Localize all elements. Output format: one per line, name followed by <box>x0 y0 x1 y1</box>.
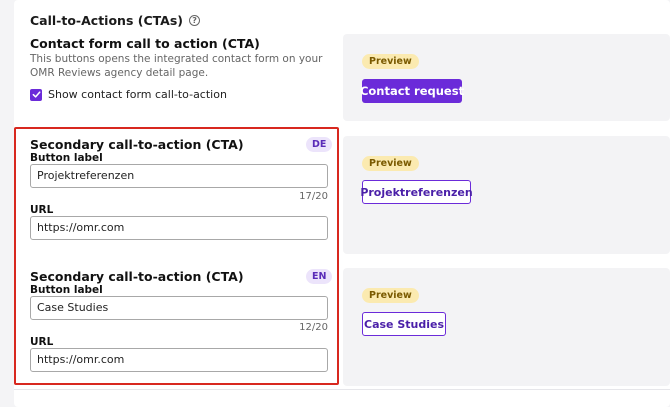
button-label-label-de: Button label <box>30 152 103 164</box>
preview-badge: Preview <box>362 54 419 69</box>
secondary-de-preview-panel: Preview Projektreferenzen <box>343 136 670 254</box>
url-label-de: URL <box>30 204 54 216</box>
contact-form-description: This buttons opens the integrated contac… <box>30 53 323 79</box>
language-badge-en: EN <box>306 269 333 284</box>
secondary-cta-de-title: Secondary call-to-action (CTA) <box>30 137 244 152</box>
secondary-cta-en-title: Secondary call-to-action (CTA) <box>30 269 244 284</box>
contact-request-button[interactable]: Contact request <box>360 79 464 103</box>
info-icon[interactable]: ? <box>189 15 201 26</box>
contact-form-title: Contact form call to action (CTA) <box>30 36 260 51</box>
contact-form-checkbox-label: Show contact form call-to-action <box>48 88 227 101</box>
preview-badge: Preview <box>362 156 419 171</box>
cta-settings-card: Call-to-Actions (CTAs) ? Contact form ca… <box>14 0 670 407</box>
button-label-input-de[interactable]: Projektreferenzen <box>30 164 328 188</box>
url-label-en: URL <box>30 336 54 348</box>
section-title: Call-to-Actions (CTAs) ? <box>30 13 201 28</box>
contact-form-checkbox-row[interactable]: Show contact form call-to-action <box>30 88 227 101</box>
preview-badge: Preview <box>362 288 419 303</box>
projektreferenzen-preview-button[interactable]: Projektreferenzen <box>360 180 473 204</box>
contact-form-checkbox[interactable] <box>30 88 42 101</box>
checkmark-icon <box>32 91 41 98</box>
button-label-input-en[interactable]: Case Studies <box>30 296 328 320</box>
bottom-divider <box>14 389 670 390</box>
url-input-de[interactable]: https://omr.com <box>30 216 328 240</box>
button-label-label-en: Button label <box>30 284 103 296</box>
char-counter-en: 12/20 <box>299 322 328 333</box>
contact-form-preview-panel: Preview Contact request <box>343 34 670 121</box>
url-input-en[interactable]: https://omr.com <box>30 348 328 372</box>
case-studies-preview-button[interactable]: Case Studies <box>362 312 446 336</box>
section-title-text: Call-to-Actions (CTAs) <box>30 13 184 28</box>
language-badge-de: DE <box>306 137 333 152</box>
char-counter-de: 17/20 <box>299 191 328 202</box>
secondary-en-preview-panel: Preview Case Studies <box>343 268 670 386</box>
